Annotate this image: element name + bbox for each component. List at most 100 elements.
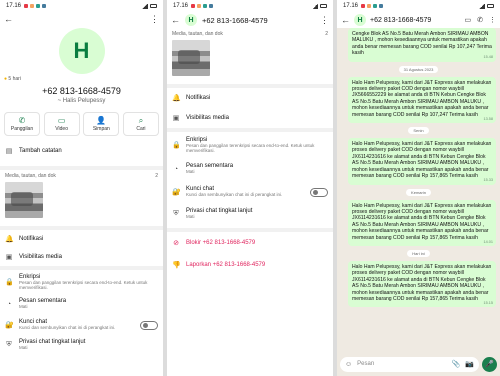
- shield-icon: ⛨: [6, 341, 12, 348]
- lock-icon: 🔒: [172, 142, 181, 149]
- temp-messages-row[interactable]: ◔ Pesan sementara Mati: [167, 158, 333, 180]
- message-bubble[interactable]: Halo Ham Pelupessy, kami dari J&T Expres…: [348, 76, 496, 124]
- contact-info-scrolled-panel: 17.16 ← H +62 813-1668-4579 ⋮ Media, tau…: [167, 0, 333, 376]
- system-icons: [479, 3, 494, 9]
- avatar[interactable]: H: [58, 28, 105, 74]
- image-icon: ▣: [172, 115, 180, 122]
- bell-icon: 🔔: [5, 236, 14, 243]
- timer-icon: ◔: [173, 165, 179, 173]
- media-thumbnail[interactable]: [5, 182, 43, 218]
- contact-phone: +62 813-1668-4579: [42, 86, 121, 96]
- media-header[interactable]: Media, tautan, dan dok 2: [167, 28, 333, 40]
- call-button[interactable]: ✆ Panggilan: [4, 112, 40, 136]
- media-visibility-row[interactable]: ▣ Visibilitas media: [0, 248, 163, 266]
- bell-icon: 🔔: [172, 95, 181, 102]
- message-bubble[interactable]: Halo Ham Pelupessy, kami dari J&T Expres…: [348, 199, 496, 246]
- voice-call-icon[interactable]: ✆: [477, 16, 483, 24]
- message-bubble[interactable]: Cengke Blok AS No.5 Batu Merah Ambon SIR…: [348, 28, 496, 62]
- note-icon: ▤: [5, 148, 13, 155]
- avatar[interactable]: H: [185, 14, 197, 26]
- date-divider: Kemarin: [406, 188, 431, 196]
- status-dot-icon: ●: [4, 76, 8, 82]
- status-note: ● 5 hari: [4, 76, 21, 82]
- search-button[interactable]: ⌕ Cari: [122, 112, 159, 136]
- video-call-icon[interactable]: ▭: [465, 16, 472, 24]
- privacy-row[interactable]: ⛨ Privasi chat tingkat lanjut Mati: [167, 204, 333, 224]
- message-time: 14.01: [483, 239, 493, 244]
- notification-icons: [361, 4, 384, 8]
- add-note-row[interactable]: ▤ Tambah catatan: [0, 144, 163, 158]
- block-contact-row[interactable]: ⊘ Blokir +62 813-1668-4579: [167, 232, 333, 254]
- status-bar: 17.16: [337, 0, 500, 12]
- notifications-row[interactable]: 🔔 Notifikasi: [0, 230, 163, 248]
- message-text: Halo Ham Pelupessy, kami dari J&T Expres…: [352, 79, 492, 118]
- camera-icon[interactable]: 📷: [465, 360, 474, 368]
- media-header[interactable]: Media, tautan, dan dok 2: [0, 170, 163, 182]
- composer: ☺ Pesan 📎 📷 🎤: [340, 356, 497, 372]
- more-options-icon[interactable]: ⋮: [489, 16, 496, 24]
- video-button[interactable]: ▭ Video: [43, 112, 80, 136]
- add-person-icon: 👤: [96, 116, 107, 125]
- timer-icon: ◔: [6, 300, 12, 308]
- chat-title[interactable]: +62 813-1668-4579: [370, 17, 431, 24]
- status-time: 17.16: [6, 3, 22, 9]
- back-arrow-icon[interactable]: ←: [341, 15, 350, 25]
- message-text: Halo Ham Pelupessy, kami dari J&T Expres…: [352, 202, 492, 241]
- message-time: 15.15: [483, 300, 493, 305]
- lock-icon: 🔒: [5, 279, 14, 286]
- mic-icon: 🎤: [485, 361, 494, 368]
- chat-lock-icon: 🔐: [172, 189, 181, 196]
- report-contact-row[interactable]: 👎 Laporkan +62 813-1668-4579: [167, 254, 333, 276]
- back-arrow-icon[interactable]: ←: [171, 15, 180, 25]
- image-icon: ▣: [5, 254, 13, 261]
- action-row: ✆ Panggilan ▭ Video 👤 Simpan ⌕ Cari: [0, 112, 163, 136]
- notification-icons: [24, 4, 47, 8]
- save-button[interactable]: 👤 Simpan: [83, 112, 120, 136]
- privacy-row[interactable]: ⛨ Privasi chat tingkat lanjut Mati: [0, 336, 163, 354]
- emoji-icon[interactable]: ☺: [345, 361, 352, 368]
- message-text: Cengke Blok AS No.5 Batu Merah Ambon SIR…: [352, 31, 492, 57]
- date-divider: 31 Agustus 2023: [398, 65, 439, 73]
- phone-icon: ✆: [18, 116, 26, 125]
- message-time: 15.48: [483, 55, 493, 60]
- chat-lock-icon: 🔐: [5, 322, 14, 329]
- back-arrow-icon[interactable]: ←: [4, 14, 13, 24]
- thumbs-down-icon: 👎: [172, 262, 181, 269]
- page-title: +62 813-1668-4579: [202, 15, 268, 25]
- chat-panel: 17.16 ← H +62 813-1668-4579 ▭ ✆ ⋮ Cengke…: [337, 0, 500, 376]
- media-visibility-row[interactable]: ▣ Visibilitas media: [167, 108, 333, 128]
- more-options-icon[interactable]: ⋮: [320, 15, 329, 26]
- message-time: 15.33: [483, 178, 493, 183]
- contact-info-panel: 17.16 ← ⋮ H ● 5 hari +62 813-1668-4579 ~…: [0, 0, 163, 376]
- date-divider: Senin: [408, 127, 429, 135]
- mic-button[interactable]: 🎤: [482, 356, 497, 372]
- status-bar: 17.16: [167, 0, 333, 12]
- media-thumbnail[interactable]: [172, 40, 210, 76]
- chat-lock-toggle[interactable]: [140, 320, 158, 330]
- message-input[interactable]: ☺ Pesan 📎 📷: [340, 356, 479, 372]
- message-list: Cengke Blok AS No.5 Batu Merah Ambon SIR…: [337, 28, 500, 354]
- search-icon: ⌕: [138, 116, 144, 125]
- notification-icons: [191, 4, 214, 8]
- message-bubble[interactable]: Halo Ham Pelupessy, kami dari J&T Expres…: [348, 260, 496, 308]
- contact-name: ~ Halis Pelupessy: [57, 98, 106, 104]
- more-options-icon[interactable]: ⋮: [150, 14, 159, 25]
- message-text: Halo Ham Pelupessy, kami dari J&T Expres…: [352, 263, 492, 302]
- video-icon: ▭: [57, 116, 66, 125]
- shield-icon: ⛨: [173, 210, 179, 217]
- chat-lock-row[interactable]: 🔐 Kunci chat Kunci dan sembunyikan chat i…: [0, 314, 163, 336]
- chat-lock-toggle[interactable]: [310, 187, 328, 197]
- system-icons: [312, 3, 327, 9]
- system-icons: [142, 3, 157, 9]
- date-divider: Hari ini: [407, 249, 430, 257]
- avatar[interactable]: H: [354, 14, 366, 26]
- message-bubble[interactable]: Halo Ham Pelupessy, kami dari J&T Expres…: [348, 138, 496, 185]
- attach-icon[interactable]: 📎: [452, 360, 461, 368]
- temp-messages-row[interactable]: ◔ Pesan sementara Mati: [0, 294, 163, 314]
- message-text: Halo Ham Pelupessy, kami dari J&T Expres…: [352, 141, 492, 180]
- chat-lock-row[interactable]: 🔐 Kunci chat Kunci dan sembunyikan chat i…: [167, 180, 333, 204]
- encryption-row[interactable]: 🔒 Enkripsi Pesan dan panggilan terenkrips…: [0, 270, 163, 294]
- encryption-row[interactable]: 🔒 Enkripsi Pesan dan panggilan terenkrips…: [167, 132, 333, 158]
- status-bar: 17.16: [0, 0, 163, 12]
- notifications-row[interactable]: 🔔 Notifikasi: [167, 88, 333, 108]
